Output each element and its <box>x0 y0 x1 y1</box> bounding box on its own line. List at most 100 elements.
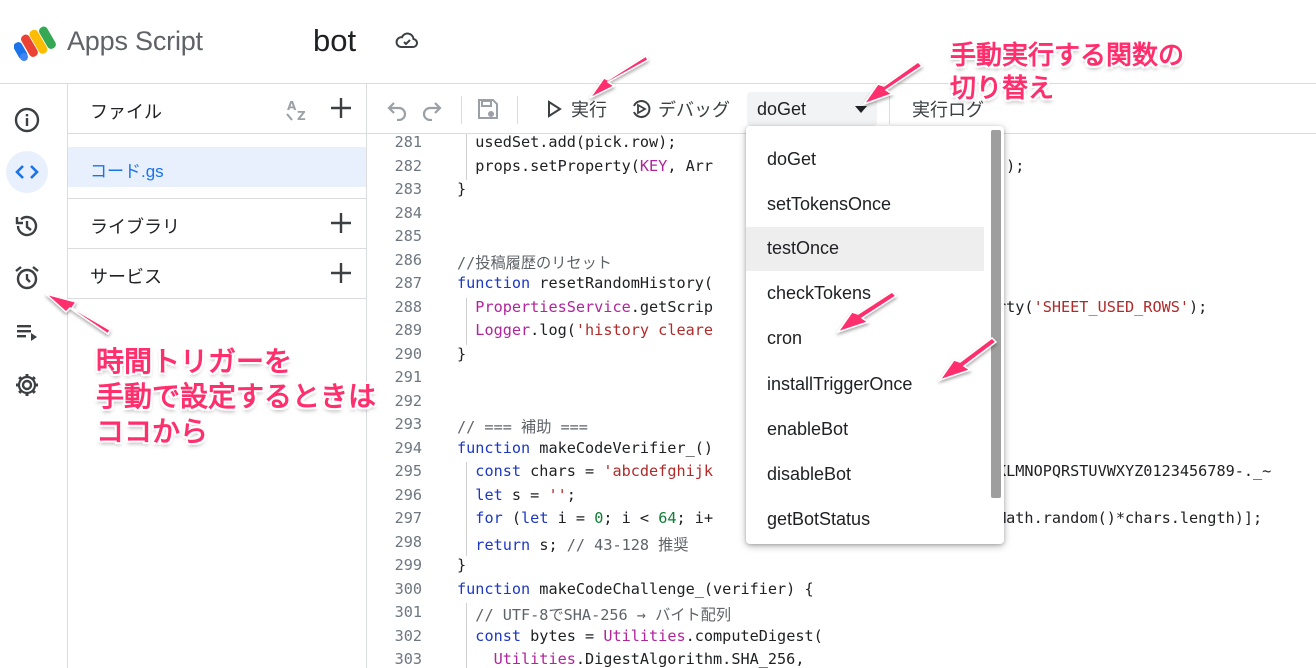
code-text: let s = ''; <box>475 485 576 504</box>
annotation-line: 時間トリガーを <box>96 345 293 378</box>
toolbar-separator <box>461 96 462 124</box>
debug-icon <box>633 100 651 118</box>
dropdown-item-label: doGet <box>767 149 817 169</box>
dropdown-item-getBotStatus[interactable]: getBotStatus <box>746 498 984 542</box>
function-dropdown-menu: doGet setTokensOnce testOnce checkTokens cro… <box>746 126 1004 544</box>
add-library-icon[interactable] <box>329 211 353 235</box>
annotation-line: 手動で設定するときは <box>96 380 377 413</box>
annotation-line: 手動実行する関数の <box>950 41 1185 71</box>
overview-button[interactable] <box>6 99 48 141</box>
code-text: const bytes = Utilities.computeDigest( <box>475 626 823 645</box>
code-text: for (let i = 0; i < 64; i+ <box>475 509 714 527</box>
code-icon <box>15 165 39 179</box>
annotation-line: 切り替え <box>950 74 1055 104</box>
line-number: 282 <box>394 156 422 175</box>
apps-script-logo[interactable] <box>14 24 60 62</box>
dropdown-item-testOnce[interactable]: testOnce <box>746 227 984 271</box>
line-number: 287 <box>394 274 422 292</box>
line-number: 299 <box>394 556 422 574</box>
line-number: 298 <box>394 532 422 551</box>
line-number: 301 <box>394 603 422 621</box>
code-text: PropertiesService.getScrip <box>475 297 714 316</box>
history-button[interactable] <box>6 205 48 247</box>
dropdown-item-enableBot[interactable]: enableBot <box>746 408 984 452</box>
libraries-row: ライブラリ <box>68 198 367 249</box>
app-name[interactable]: Apps Script <box>67 26 203 57</box>
code-text: return s; // 43-128 推奨 <box>475 535 689 554</box>
save-icon[interactable] <box>476 97 500 121</box>
dropdown-item-label: cron <box>767 328 803 348</box>
line-number: 297 <box>394 509 422 527</box>
file-item-code-gs[interactable]: コード.gs <box>68 147 366 187</box>
code-text: Logger.log('history cleare <box>475 321 714 339</box>
indent-guide <box>466 321 467 345</box>
play-icon <box>548 100 562 118</box>
code-text: function resetRandomHistory( <box>457 274 714 292</box>
code-text: // === 補助 === <box>457 418 588 436</box>
code-text: Utilities.DigestAlgorithm.SHA_256, <box>493 650 805 668</box>
caret-down-icon <box>855 106 867 113</box>
line-number: 284 <box>394 203 422 222</box>
dropdown-item-label: enableBot <box>767 419 849 439</box>
add-service-icon[interactable] <box>329 261 353 285</box>
undo-icon[interactable] <box>385 97 409 121</box>
code-text: } <box>457 556 467 574</box>
redo-icon[interactable] <box>420 97 444 121</box>
file-name: コード.gs <box>90 162 164 181</box>
dropdown-item-label: getBotStatus <box>767 509 871 529</box>
svg-text:Z: Z <box>297 109 306 123</box>
code-line: 300 function makeCodeChallenge_(verifier)… <box>367 580 1316 604</box>
function-select[interactable]: doGet <box>747 92 877 126</box>
code-line: 301 // UTF-8でSHA-256 → バイト配列 <box>367 603 1316 627</box>
line-number: 281 <box>394 134 422 151</box>
indent-guide <box>466 603 467 627</box>
line-number: 300 <box>394 579 422 598</box>
line-number: 283 <box>394 180 422 198</box>
add-file-icon[interactable] <box>329 96 353 120</box>
project-name[interactable]: bot <box>313 23 356 59</box>
indent-guide <box>466 156 467 180</box>
line-number: 286 <box>394 250 422 269</box>
indent-guide <box>466 626 467 650</box>
code-text: props.setProperty(KEY, Arr <box>457 156 714 175</box>
line-number: 289 <box>394 321 422 339</box>
annotation-trigger-setup: 時間トリガーを 手動で設定するときは ココから <box>96 344 376 449</box>
indent-guide <box>466 532 467 556</box>
indent-guide <box>466 650 467 668</box>
files-header: ファイル A Z <box>68 84 367 134</box>
settings-button[interactable] <box>6 364 48 406</box>
run-button[interactable]: 実行 <box>543 97 607 121</box>
line-number: 285 <box>394 227 422 245</box>
dropdown-item-label: testOnce <box>767 238 840 258</box>
services-row: サービス <box>68 249 367 299</box>
dropdown-item-cron[interactable]: cron <box>746 317 984 361</box>
indent-guide <box>466 485 467 509</box>
dropdown-item-installTriggerOnce[interactable]: installTriggerOnce <box>746 363 984 407</box>
dropdown-item-disableBot[interactable]: disableBot <box>746 453 984 497</box>
debug-button[interactable]: デバッグ <box>630 97 730 121</box>
svg-text:A: A <box>287 99 297 113</box>
alarm-clock-icon <box>15 266 39 290</box>
history-icon <box>15 215 38 237</box>
editor-button[interactable] <box>6 151 48 193</box>
indent-guide <box>466 134 467 157</box>
annotation-function-switch: 手動実行する関数の 切り替え <box>950 40 1184 106</box>
executions-button[interactable] <box>6 311 48 353</box>
code-text: function makeCodeChallenge_(verifier) { <box>457 579 814 598</box>
code-text: function makeCodeVerifier_() <box>457 438 714 457</box>
run-label: 実行 <box>571 100 607 120</box>
line-number: 295 <box>394 462 422 480</box>
sort-az-icon[interactable]: A Z <box>284 96 312 124</box>
services-heading: サービス <box>90 267 162 287</box>
dropdown-scrollbar[interactable] <box>991 130 1001 498</box>
line-number: 288 <box>394 297 422 316</box>
triggers-button[interactable] <box>6 257 48 299</box>
code-line: 299} <box>367 556 1316 580</box>
dropdown-item-label: disableBot <box>767 464 852 484</box>
files-heading: ファイル <box>90 102 162 122</box>
dropdown-item-doGet[interactable]: doGet <box>746 138 984 182</box>
indent-guide <box>466 297 467 321</box>
line-number: 302 <box>394 626 422 645</box>
dropdown-item-checkTokens[interactable]: checkTokens <box>746 272 984 316</box>
dropdown-item-setTokensOnce[interactable]: setTokensOnce <box>746 183 984 227</box>
